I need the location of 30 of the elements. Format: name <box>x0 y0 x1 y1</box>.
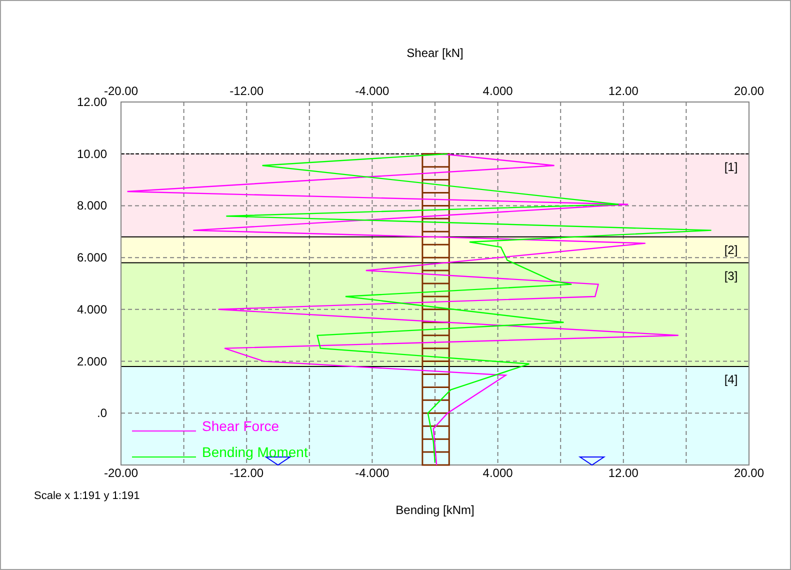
axis-tick-label: -12.00 <box>230 466 264 480</box>
axis-tick-label: -4.000 <box>355 84 390 98</box>
layer-label: [3] <box>724 268 738 283</box>
axis-tick-label: 12.00 <box>608 84 638 98</box>
axis-tick-label: .0 <box>96 406 107 420</box>
support-icon <box>578 456 606 466</box>
layer-label: [4] <box>724 372 738 386</box>
axis-tick-label: 4.000 <box>482 466 513 480</box>
axis-tick-label: 12.00 <box>608 466 638 480</box>
axis-tick-label: -4.000 <box>355 466 390 480</box>
layer-label: [1] <box>724 160 738 174</box>
axis-title: Bending [kNm] <box>396 503 474 517</box>
axis-tick-label: 12.00 <box>76 95 107 109</box>
axis-tick-label: 20.00 <box>734 84 764 98</box>
support-icon <box>264 456 292 466</box>
axis-tick-label: 4.000 <box>482 84 513 98</box>
axis-tick-label: 2.000 <box>76 354 107 368</box>
axis-tick-label: -12.00 <box>230 84 264 98</box>
axis-tick-label: 8.000 <box>76 198 107 213</box>
axis-tick-label: -20.00 <box>104 84 138 98</box>
legend-label: Shear Force <box>202 418 280 434</box>
layer-label: [2] <box>724 242 738 257</box>
axis-tick-label: 10.00 <box>76 146 107 161</box>
axis-tick-label: 4.000 <box>76 302 107 316</box>
scale-label: Scale x 1:191 y 1:191 <box>34 490 140 502</box>
axis-tick-label: 6.000 <box>76 250 107 265</box>
axis-title: Shear [kN] <box>406 46 464 60</box>
axis-tick-label: -20.00 <box>104 466 138 480</box>
axis-tick-label: 20.00 <box>734 466 764 480</box>
legend-label: Bending Moment <box>202 444 308 460</box>
